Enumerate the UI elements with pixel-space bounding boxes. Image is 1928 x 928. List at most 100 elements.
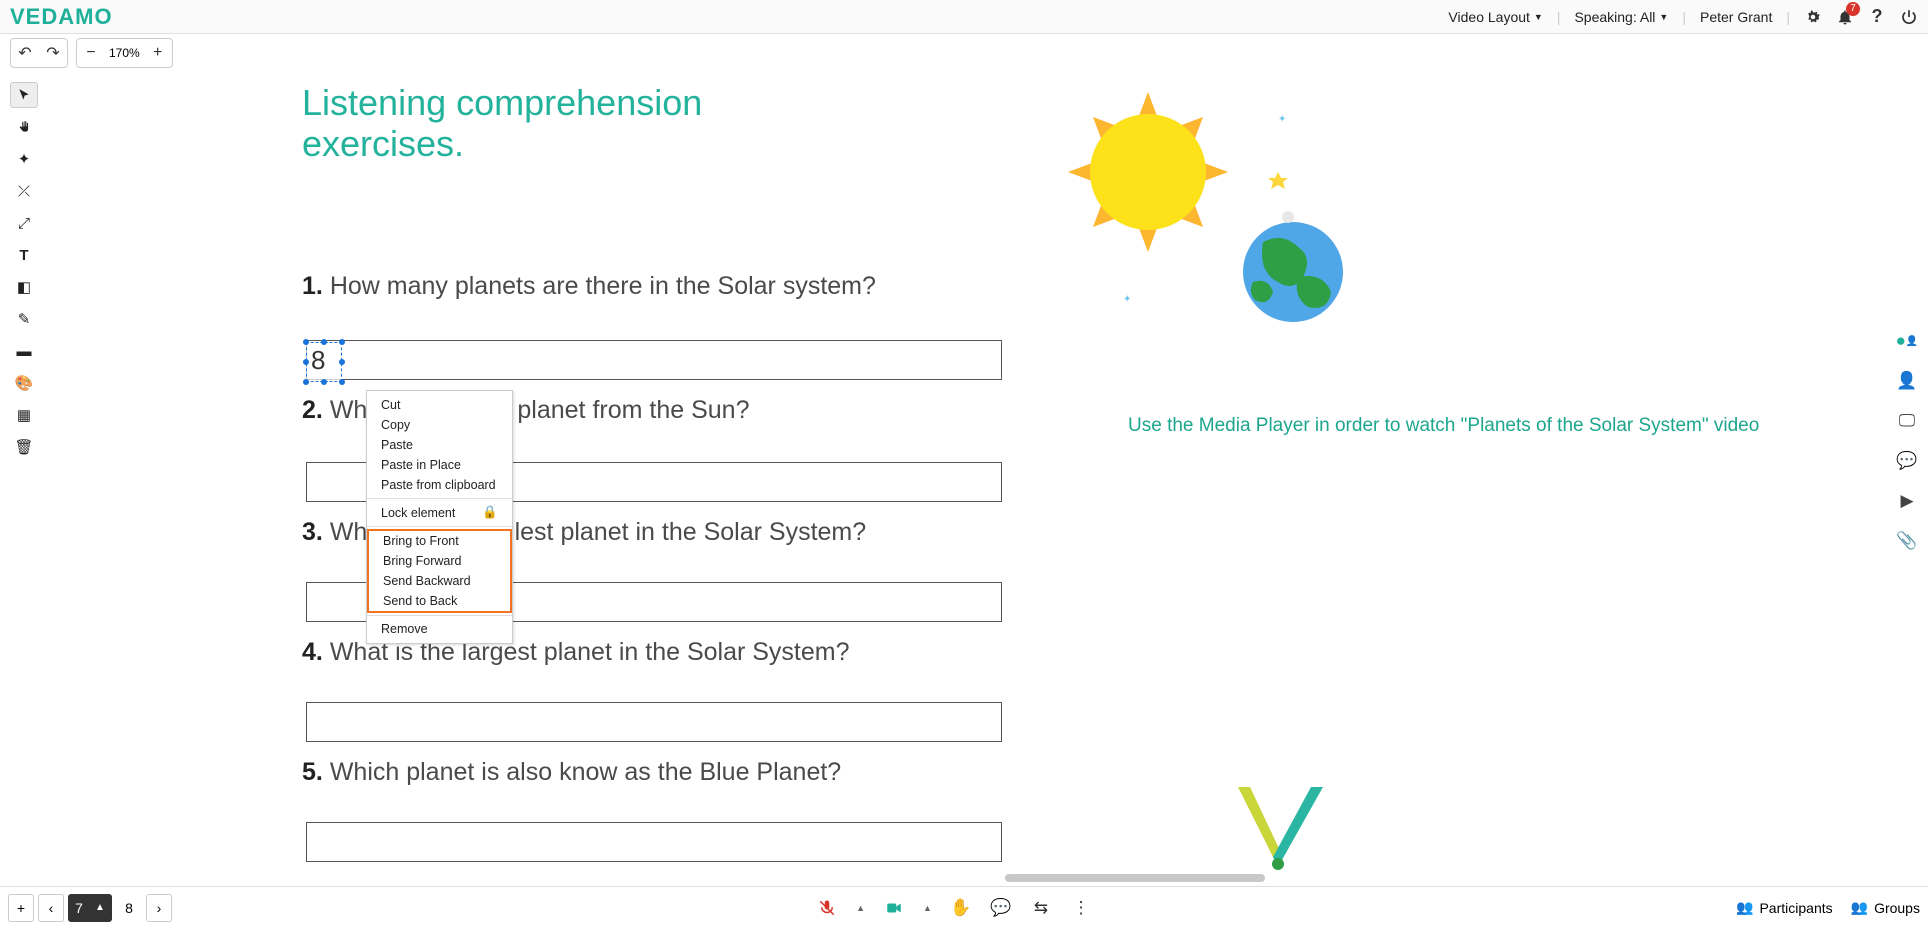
question-number: 4. <box>302 638 323 666</box>
speaking-dropdown[interactable]: Speaking: All ▼ <box>1574 9 1668 25</box>
play-icon[interactable]: ▶ <box>1896 490 1918 512</box>
separator: | <box>1682 9 1686 25</box>
answer-box-1[interactable] <box>306 340 1002 380</box>
ctx-lock[interactable]: Lock element 🔒 <box>367 502 512 523</box>
separator: | <box>1786 9 1790 25</box>
zoom-group: − 170% + <box>76 38 173 68</box>
ctx-copy[interactable]: Copy <box>367 415 512 435</box>
groups-label: Groups <box>1874 900 1920 916</box>
current-page-indicator[interactable]: 7 ▲ <box>68 894 112 922</box>
notification-badge: 7 <box>1846 2 1860 16</box>
zoom-in-button[interactable]: + <box>144 39 172 67</box>
power-icon[interactable] <box>1900 8 1918 26</box>
sun-earth-illustration: ✦ ✦ <box>1028 82 1408 392</box>
ctx-paste[interactable]: Paste <box>367 435 512 455</box>
color-tool[interactable]: 🎨 <box>10 370 38 396</box>
ctx-separator <box>367 526 512 527</box>
answer-box-4[interactable] <box>306 702 1002 742</box>
caret-down-icon: ▼ <box>1534 12 1543 22</box>
question-number: 5. <box>302 758 323 786</box>
ctx-separator <box>367 498 512 499</box>
ctx-bring-front[interactable]: Bring to Front <box>369 531 510 551</box>
ctx-paste-clipboard[interactable]: Paste from clipboard <box>367 475 512 495</box>
grid-tool[interactable]: ▦ <box>10 402 38 428</box>
attachment-icon[interactable]: 📎 <box>1896 530 1918 552</box>
screen-share-icon[interactable]: 🖵 <box>1896 410 1918 432</box>
question-1: 1. How many planets are there in the Sol… <box>302 272 876 301</box>
more-icon[interactable]: ⋮ <box>1070 897 1092 919</box>
question-text: Which planet is also know as the Blue Pl… <box>330 758 841 786</box>
chat-panel-icon[interactable]: 💬 <box>1896 450 1918 472</box>
eraser-tool[interactable]: ◧ <box>10 274 38 300</box>
hand-tool[interactable] <box>10 114 38 140</box>
undo-button[interactable]: ↶ <box>11 39 39 67</box>
header-right: Video Layout ▼ | Speaking: All ▼ | Peter… <box>1448 8 1918 26</box>
edit-toolbar: ↶ ↷ − 170% + <box>0 34 1928 72</box>
mic-muted-icon[interactable] <box>816 897 838 919</box>
laser-tool[interactable]: ✦ <box>10 146 38 172</box>
caret-down-icon: ▼ <box>1659 12 1668 22</box>
context-menu: Cut Copy Paste Paste in Place Paste from… <box>366 390 513 644</box>
page-title: Listening comprehension exercises. <box>302 82 742 165</box>
pen-tool[interactable]: ✎ <box>10 306 38 332</box>
trash-tool[interactable]: 🗑 <box>10 434 38 460</box>
horizontal-scrollbar[interactable] <box>48 874 1888 884</box>
caret-up-icon: ▲ <box>95 902 105 913</box>
participants-label: Participants <box>1759 900 1832 916</box>
scrollbar-thumb[interactable] <box>1005 874 1265 882</box>
svg-text:✦: ✦ <box>1123 294 1131 305</box>
add-user-icon[interactable]: 👤 <box>1896 370 1918 392</box>
next-page-number[interactable]: 8 <box>116 894 142 922</box>
ctx-bring-forward[interactable]: Bring Forward <box>369 551 510 571</box>
question-number: 2. <box>302 396 323 424</box>
groups-button[interactable]: 👥 Groups <box>1851 899 1920 916</box>
video-layout-label: Video Layout <box>1448 9 1529 25</box>
current-page-number: 7 <box>75 900 83 916</box>
ctx-remove[interactable]: Remove <box>367 619 512 639</box>
share-icon[interactable]: ⇆ <box>1030 897 1052 919</box>
prev-page-button[interactable]: ‹ <box>38 894 64 922</box>
ctx-send-back[interactable]: Send to Back <box>369 591 510 611</box>
chat-icon[interactable]: 💬 <box>990 897 1012 919</box>
undo-redo-group: ↶ ↷ <box>10 38 68 68</box>
question-number: 3. <box>302 518 323 546</box>
question-number: 1. <box>302 272 323 300</box>
gear-icon[interactable] <box>1804 8 1822 26</box>
bell-icon[interactable]: 7 <box>1836 8 1854 26</box>
line-tool[interactable]: ▬ <box>10 338 38 364</box>
ctx-paste-in-place[interactable]: Paste in Place <box>367 455 512 475</box>
answer-box-5[interactable] <box>306 822 1002 862</box>
bottom-right-controls: 👥 Participants 👥 Groups <box>1736 899 1920 916</box>
selected-text-value: 8 <box>311 345 325 375</box>
add-page-button[interactable]: + <box>8 894 34 922</box>
redo-button[interactable]: ↷ <box>39 39 67 67</box>
help-icon[interactable]: ? <box>1868 8 1886 26</box>
caret-up-icon[interactable]: ▲ <box>856 903 865 913</box>
zoom-out-button[interactable]: − <box>77 39 105 67</box>
right-toolbar: ●👤 👤 🖵 💬 ▶ 📎 <box>1892 330 1922 552</box>
raise-hand-icon[interactable]: ✋ <box>950 897 972 919</box>
ctx-send-backward[interactable]: Send Backward <box>369 571 510 591</box>
whiteboard-canvas[interactable]: Listening comprehension exercises. 1. Ho… <box>48 72 1888 874</box>
user-name[interactable]: Peter Grant <box>1700 9 1772 25</box>
text-tool[interactable]: T <box>10 242 38 268</box>
next-page-button[interactable]: › <box>146 894 172 922</box>
video-layout-dropdown[interactable]: Video Layout ▼ <box>1448 9 1542 25</box>
groups-icon: 👥 <box>1851 899 1868 916</box>
separator: | <box>1557 9 1561 25</box>
app-header: VEDAMO Video Layout ▼ | Speaking: All ▼ … <box>0 0 1928 34</box>
collapse-tool[interactable]: ⤫ <box>10 178 38 204</box>
expand-tool[interactable]: ⤢ <box>10 210 38 236</box>
bottom-bar: + ‹ 7 ▲ 8 › ▲ ▲ ✋ 💬 ⇆ ⋮ 👥 Participants 👥… <box>0 886 1928 928</box>
camera-icon[interactable] <box>883 897 905 919</box>
selected-text-object[interactable]: 8 <box>306 342 342 382</box>
left-toolbar: ✦ ⤫ ⤢ T ◧ ✎ ▬ 🎨 ▦ 🗑 <box>10 82 40 460</box>
caret-up-icon[interactable]: ▲ <box>923 903 932 913</box>
select-tool[interactable] <box>10 82 38 108</box>
ctx-lock-label: Lock element <box>381 506 455 520</box>
lock-icon: 🔒 <box>482 505 498 520</box>
ctx-cut[interactable]: Cut <box>367 395 512 415</box>
participants-button[interactable]: 👥 Participants <box>1736 899 1833 916</box>
people-icon: 👥 <box>1736 899 1753 916</box>
presence-icon[interactable]: ●👤 <box>1896 330 1918 352</box>
